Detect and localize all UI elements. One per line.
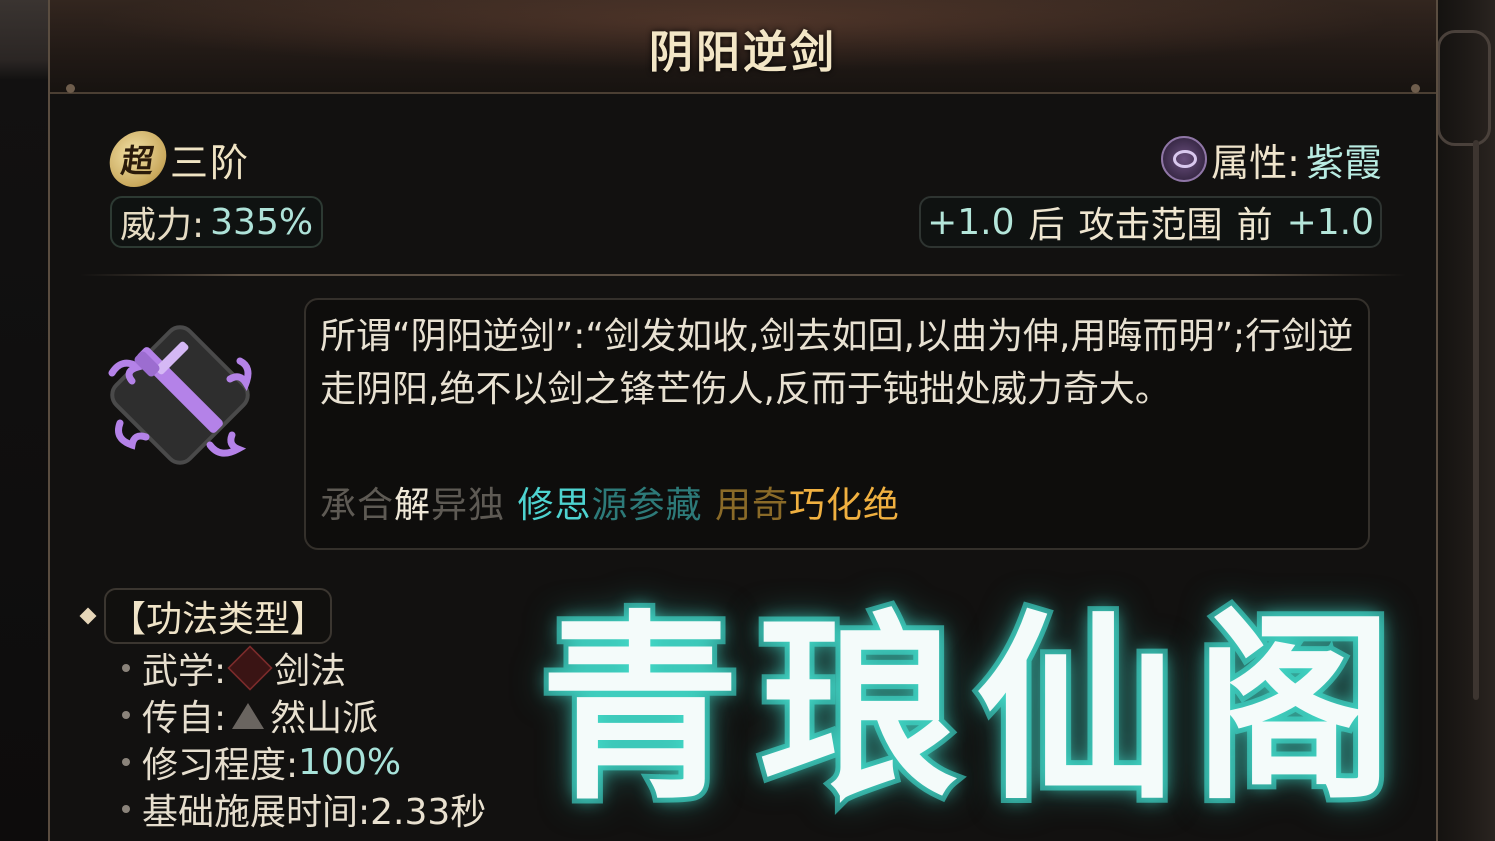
mastery-row: 修习程度: 100% <box>122 740 402 786</box>
tier-badge-icon: 超 <box>106 131 170 187</box>
row-value: 剑法 <box>274 651 347 692</box>
origin-row: 传自: 然山派 <box>122 693 378 739</box>
grade-segment: 巧化绝 <box>788 485 900 526</box>
skill-description: 所谓“阴阳逆剑”:“剑发如收,剑去如回,以曲为伸,用晦而明”;行剑逆走阴阳,绝不… <box>320 316 1354 410</box>
section-divider <box>80 274 1406 276</box>
grade-segment: 承合 <box>320 485 395 526</box>
frame-ornament <box>1437 30 1491 146</box>
cultivation-grades: 承合解异独 修思源参藏 用奇巧化绝 <box>320 476 900 528</box>
range-back-value: +1.0 <box>927 201 1015 243</box>
range-front-value: +1.0 <box>1286 201 1374 243</box>
grade-segment: 解 <box>394 485 432 526</box>
grade-segment: 修思 <box>517 485 592 526</box>
watermark-text: 青琅仙阁 <box>535 587 1413 832</box>
martial-type-row: 武学: 剑法 <box>122 645 346 692</box>
bullet-icon <box>122 758 130 766</box>
attribute-stat: 属性: 紫霞 <box>1161 132 1382 186</box>
mountain-icon <box>230 697 266 733</box>
title-ornament-dot-left <box>66 84 75 93</box>
grade-segment: 异独 <box>431 485 518 526</box>
tier-label: 三阶 <box>170 140 251 185</box>
bullet-icon <box>122 711 130 719</box>
attribute-label: 属性: <box>1211 140 1300 185</box>
row-value: 100% <box>298 741 402 783</box>
power-stat: 威力: 335% <box>110 196 324 248</box>
skill-title: 阴阳逆剑 <box>649 27 837 78</box>
purple-cloud-icon <box>1161 136 1208 182</box>
grade-segment: 用奇 <box>714 485 789 526</box>
title-ornament-dot-right <box>1411 84 1420 93</box>
row-label: 武学: <box>142 651 227 692</box>
skill-type-title: 【功法类型】 <box>104 588 333 644</box>
power-value: 335% <box>210 201 314 243</box>
cast-time-row: 基础施展时间: 2.33秒 <box>122 787 486 833</box>
range-front-label: 前 <box>1236 205 1273 246</box>
row-value: 2.33秒 <box>370 792 487 833</box>
skill-type-header: 【功法类型】 <box>79 588 333 644</box>
power-label: 威力: <box>120 205 205 246</box>
range-back-label: 后 <box>1028 205 1065 246</box>
right-background-strip <box>1436 0 1495 841</box>
skill-description-box: 所谓“阴阳逆剑”:“剑发如收,剑去如回,以曲为伸,用晦而明”;行剑逆走阴阳,绝不… <box>304 298 1370 550</box>
scrollbar[interactable] <box>1473 140 1479 700</box>
skill-tier: 超 三阶 <box>106 131 251 187</box>
bullet-icon <box>122 805 130 813</box>
title-bar: 阴阳逆剑 <box>50 0 1436 94</box>
row-label: 修习程度: <box>142 745 299 786</box>
range-label: 攻击范围 <box>1078 205 1223 246</box>
row-label: 基础施展时间: <box>142 792 371 833</box>
row-label: 传自: <box>142 698 227 739</box>
left-background-strip <box>0 0 48 841</box>
row-value: 然山派 <box>270 698 379 739</box>
attribute-value: 紫霞 <box>1305 140 1382 185</box>
grade-segment: 源参藏 <box>591 485 715 526</box>
bullet-icon <box>122 664 130 672</box>
diamond-bullet-icon <box>79 607 97 625</box>
sword-cloud-icon <box>108 325 252 465</box>
sword-icon <box>227 645 273 691</box>
attack-range-stat: +1.0 后 攻击范围 前 +1.0 <box>919 196 1382 248</box>
